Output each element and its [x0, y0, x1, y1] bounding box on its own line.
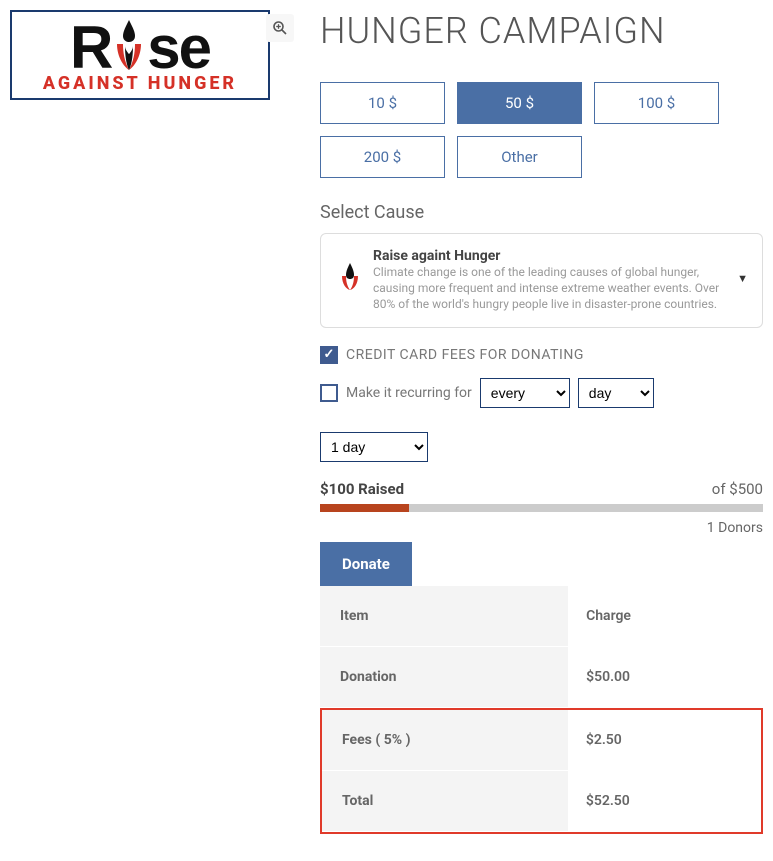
- row-donation-label: Donation: [320, 647, 568, 708]
- header-item: Item: [320, 586, 568, 647]
- amount-other[interactable]: Other: [457, 136, 582, 178]
- donors-count: 1 Donors: [320, 520, 763, 536]
- cause-dropdown[interactable]: Raise againt Hunger Climate change is on…: [320, 233, 763, 328]
- logo[interactable]: R se AGAINST HUNGER: [10, 10, 270, 100]
- select-cause-label: Select Cause: [320, 202, 763, 223]
- row-donation-value: $50.00: [568, 647, 763, 708]
- header-charge: Charge: [568, 586, 763, 647]
- amount-buttons: 10 $ 50 $ 100 $ 200 $ Other: [320, 82, 763, 178]
- recurring-unit-select[interactable]: day: [578, 378, 654, 408]
- recurring-duration-select[interactable]: 1 day: [320, 432, 428, 462]
- donate-tab[interactable]: Donate: [320, 542, 412, 586]
- cause-description: Climate change is one of the leading cau…: [373, 264, 744, 313]
- summary-table: Item Charge Donation $50.00 Fees ( 5% ) …: [320, 586, 763, 834]
- dropdown-arrow-icon: ▼: [737, 272, 748, 285]
- recurring-frequency-select[interactable]: every: [480, 378, 570, 408]
- goal-amount: of $500: [712, 480, 763, 498]
- cause-title: Raise againt Hunger: [373, 248, 744, 264]
- page-title: HUNGER CAMPAIGN: [320, 10, 763, 52]
- row-total-value: $52.50: [568, 771, 761, 832]
- progress-fill: [320, 504, 409, 512]
- recurring-label: Make it recurring for: [346, 385, 472, 401]
- cc-fees-label: CREDIT CARD FEES FOR DONATING: [346, 347, 584, 363]
- row-total-label: Total: [322, 771, 568, 832]
- cause-icon: [339, 262, 361, 294]
- logo-tagline: AGAINST HUNGER: [22, 73, 258, 94]
- zoom-icon: [272, 20, 288, 36]
- row-fees-value: $2.50: [568, 710, 761, 771]
- amount-200[interactable]: 200 $: [320, 136, 445, 178]
- zoom-button[interactable]: [266, 14, 294, 42]
- highlighted-rows: Fees ( 5% ) $2.50 Total $52.50: [320, 708, 763, 834]
- progress-bar: [320, 504, 763, 512]
- amount-raised: $100 Raised: [320, 480, 404, 498]
- row-fees-label: Fees ( 5% ): [322, 710, 568, 771]
- amount-100[interactable]: 100 $: [594, 82, 719, 124]
- amount-10[interactable]: 10 $: [320, 82, 445, 124]
- amount-50[interactable]: 50 $: [457, 82, 582, 124]
- recurring-checkbox[interactable]: [320, 384, 338, 402]
- logo-rise: R se: [22, 18, 258, 75]
- cc-fees-checkbox[interactable]: [320, 346, 338, 364]
